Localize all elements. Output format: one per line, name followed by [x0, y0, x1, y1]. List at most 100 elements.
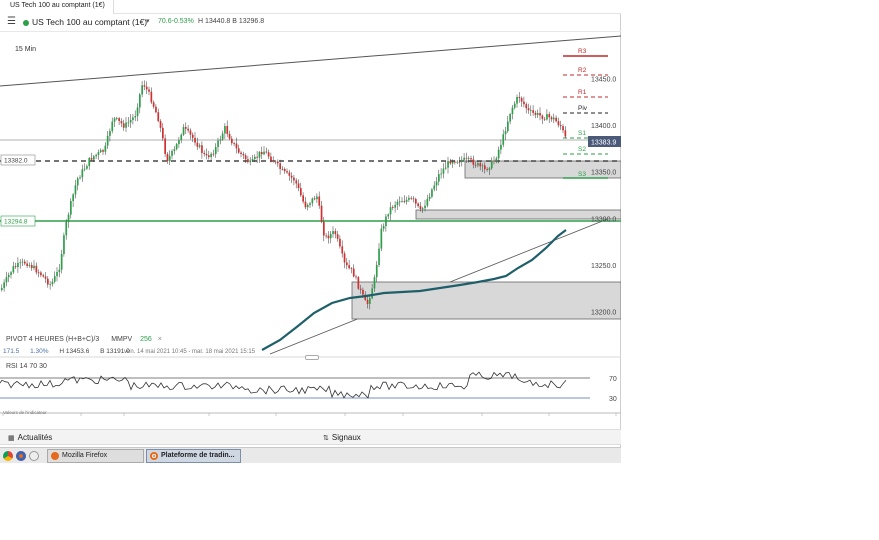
candle-body	[553, 117, 555, 120]
instrument-name[interactable]: US Tech 100 au comptant (1€)	[32, 17, 147, 27]
price-chart[interactable]: R3 R2 R1 Piv S1 S2 S3 13450.0 13400.0 13350.0 133…	[0, 32, 621, 418]
taskbar-platform[interactable]: Plateforme de tradin...	[146, 449, 241, 463]
candle-body	[346, 262, 348, 266]
candle-body	[141, 85, 143, 95]
price-label: 13300.0	[591, 216, 616, 223]
candle-body	[295, 180, 298, 184]
candle-body	[373, 277, 376, 289]
candle-body	[392, 207, 394, 208]
candle-body	[461, 159, 463, 163]
ma-indicator-name[interactable]: MMPV	[111, 336, 132, 343]
candle-body	[403, 201, 406, 202]
candle-body	[178, 140, 180, 145]
instrument-toolbar: ☰ US Tech 100 au comptant (1€) ▾ 70.6-0.…	[0, 14, 621, 32]
trendline-upper	[0, 35, 621, 87]
candle-body	[325, 235, 327, 237]
candle-body	[277, 161, 279, 164]
candle-body	[228, 133, 231, 139]
candle-body	[152, 102, 155, 107]
candle-body	[440, 173, 442, 175]
candle-body	[385, 216, 387, 227]
candle-body	[88, 158, 91, 167]
candle-body	[286, 171, 288, 173]
candle-body	[396, 201, 399, 205]
candle-body	[329, 233, 332, 239]
rsi-legend[interactable]: RSI 14 70 30	[6, 363, 47, 370]
price-label: 13250.0	[591, 263, 616, 270]
candle-body	[244, 155, 247, 160]
candlesticks	[1, 80, 567, 310]
candle-body	[53, 276, 56, 282]
candle-body	[507, 121, 509, 132]
candle-body	[444, 167, 447, 169]
tab-news[interactable]: ▦ Actualités	[8, 433, 52, 442]
candle-body	[417, 203, 419, 207]
close-icon[interactable]: ×	[158, 336, 162, 343]
candle-body	[479, 163, 482, 167]
pivot-indicator-name[interactable]: PIVOT 4 HEURES (H+B+C)/3	[6, 336, 99, 343]
candle-body	[106, 135, 109, 146]
price-label: 13450.0	[591, 77, 616, 84]
candle-body	[155, 106, 157, 113]
candle-body	[355, 276, 357, 278]
rsi-line	[0, 371, 567, 399]
candle-body	[316, 196, 318, 200]
price-change: 70.6-0.53%	[158, 18, 194, 25]
candle-body	[171, 151, 173, 156]
candle-body	[111, 121, 114, 132]
candle-body	[185, 127, 187, 129]
candle-body	[79, 177, 81, 179]
candle-body	[258, 151, 261, 158]
candle-body	[359, 288, 362, 290]
firefox-icon[interactable]	[16, 451, 26, 461]
candle-body	[21, 261, 24, 263]
firefox-icon	[150, 452, 158, 460]
tab-signals-label: Signaux	[331, 433, 361, 442]
indicator-legend[interactable]: PIVOT 4 HEURES (H+B+C)/3 MMPV 256 ×	[6, 336, 162, 343]
candle-body	[405, 199, 408, 202]
chevron-down-icon[interactable]: ▾	[146, 17, 150, 25]
candle-body	[516, 96, 518, 104]
candle-body	[495, 158, 498, 162]
taskbar-firefox[interactable]: Mozilla Firefox	[47, 449, 144, 463]
candle-body	[267, 152, 270, 157]
scroll-handle[interactable]	[305, 355, 319, 360]
candle-body	[513, 103, 516, 108]
candle-body	[180, 134, 183, 141]
candle-body	[412, 198, 415, 200]
candle-body	[120, 121, 123, 124]
candle-body	[300, 188, 302, 196]
ind-value-high: H 13453.6	[59, 348, 90, 355]
candle-body	[256, 156, 258, 158]
candle-body	[56, 271, 58, 277]
candle-body	[168, 155, 171, 162]
candle-body	[350, 268, 353, 269]
candle-body	[1, 288, 3, 290]
candle-body	[217, 140, 219, 148]
candle-body	[369, 298, 371, 304]
candle-body	[477, 163, 479, 166]
pivot-label: S3	[578, 171, 586, 178]
taskbar-firefox-label: Mozilla Firefox	[62, 452, 108, 459]
candle-body	[159, 121, 162, 128]
candle-body	[143, 85, 146, 87]
chart-interval[interactable]: 15 Min	[15, 46, 36, 53]
ma-indicator-value: 256	[140, 336, 152, 343]
left-marker-2: 13294.8	[4, 219, 28, 226]
tab-instrument[interactable]: US Tech 100 au comptant (1€)	[0, 0, 114, 14]
candle-body	[467, 158, 470, 159]
high-low: H 13440.8 B 13296.8	[198, 18, 265, 25]
menu-icon[interactable]: ☰	[7, 17, 16, 27]
candle-body	[523, 101, 525, 105]
candle-body	[175, 144, 178, 150]
tab-signals[interactable]: ⇅ Signaux	[323, 433, 361, 442]
candle-body	[438, 174, 440, 182]
candle-body	[162, 127, 164, 139]
candle-body	[313, 198, 316, 200]
chrome-icon[interactable]	[3, 451, 13, 461]
app-icon[interactable]	[29, 451, 39, 461]
tab-news-label: Actualités	[17, 433, 53, 442]
news-icon: ▦	[8, 435, 15, 442]
candle-body	[419, 206, 422, 209]
candle-body	[83, 168, 86, 170]
